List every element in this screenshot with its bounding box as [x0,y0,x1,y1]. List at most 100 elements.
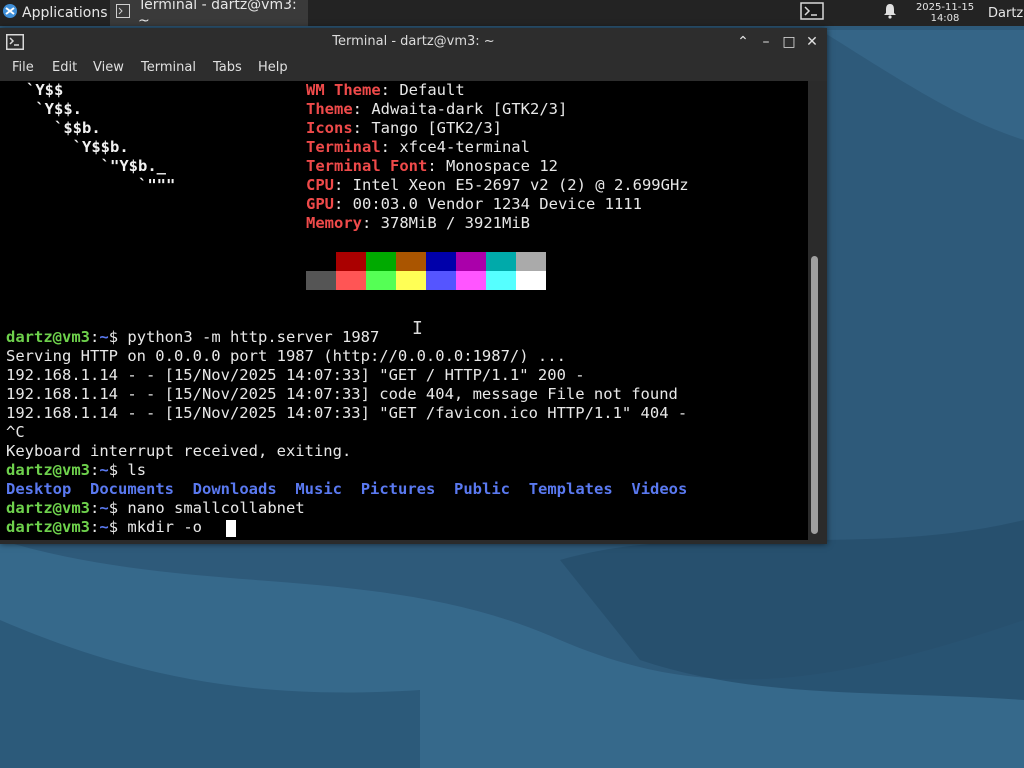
terminal-launcher-button[interactable] [796,0,828,26]
ibeam-cursor-icon: I [412,318,423,339]
output-line: ^C [6,423,25,441]
maximize-button[interactable]: □ [779,32,799,52]
color-swatch [426,271,456,290]
command-line-current[interactable]: dartz@vm3:~$ mkdir -o [6,518,211,537]
chevron-up-icon: ⌃ [737,34,749,50]
dir-entry: Music [295,480,343,498]
command-line: dartz@vm3:~$ ls [6,461,147,479]
minimize-button[interactable]: – [756,32,776,52]
sysinfo-key: WM Theme [306,81,381,99]
ascii-art-line: `"Y$b._ [26,157,166,175]
prompt-user: dartz@vm3 [6,518,90,536]
taskbar-terminal-label: Terminal - dartz@vm3: ~ [138,0,297,29]
sysinfo-value: 00:03.0 Vendor 1234 Device 1111 [352,195,642,213]
text-cursor [226,520,236,537]
ls-output: Desktop Documents Downloads Music Pictur… [6,480,687,499]
sysinfo-value: Monospace 12 [446,157,558,175]
ascii-art-line: `Y$$ [26,81,64,99]
top-panel: Applications ☰ Terminal - dartz@vm3: ~ 2… [0,0,1024,29]
command-line: dartz@vm3:~$ nano smallcollabnet [6,499,305,517]
sysinfo-row: Theme: Adwaita-dark [GTK2/3] [306,100,568,118]
sysinfo-key: Memory [306,214,362,232]
dir-entry: Public [454,480,511,498]
command-text: python3 -m http.server 1987 [127,328,380,346]
color-swatch [396,252,426,271]
menu-edit[interactable]: Edit [52,60,77,75]
terminal-window: Terminal - dartz@vm3: ~ ⌃ – □ ✕ File Edi… [0,28,827,544]
ascii-art-line: `Y$$. [26,100,82,118]
color-swatch [336,271,366,290]
color-swatch [366,252,396,271]
terminal-output[interactable]: `Y$$ `Y$$. `$$b. `Y$$b. `"Y$b._ `""" WM … [0,81,808,540]
color-swatch [306,271,336,290]
sysinfo-row: Memory: 378MiB / 3921MiB [306,214,530,232]
output-line: 192.168.1.14 - - [15/Nov/2025 14:07:33] … [6,404,688,422]
sysinfo-value: Intel Xeon E5-2697 v2 (2) @ 2.699GHz [352,176,689,194]
sysinfo-row: Icons: Tango [GTK2/3] [306,119,502,137]
maximize-icon: □ [782,34,796,50]
minimize-icon: – [762,34,770,50]
sysinfo-key: Terminal [306,138,381,156]
xfce-logo-icon [2,3,18,23]
notifications-button[interactable] [880,0,900,26]
close-button[interactable]: ✕ [802,32,822,52]
sysinfo-key: Terminal Font [306,157,428,175]
dir-entry: Pictures [360,480,436,498]
ascii-art-line: `Y$$b. [26,138,129,156]
prompt-path: ~ [99,328,109,346]
sysinfo-key: GPU [306,195,334,213]
command-line: dartz@vm3:~$ python3 -m http.server 1987 [6,328,380,346]
taskbar-terminal-button[interactable]: Terminal - dartz@vm3: ~ [110,0,308,29]
clock-time: 14:08 [930,13,960,24]
sysinfo-row: GPU: 00:03.0 Vendor 1234 Device 1111 [306,195,642,213]
prompt-path: ~ [99,499,109,517]
menu-view[interactable]: View [93,60,124,75]
sysinfo-key: CPU [306,176,334,194]
color-swatch [396,271,426,290]
clock[interactable]: 2025-11-15 14:08 [908,0,982,26]
output-line: 192.168.1.14 - - [15/Nov/2025 14:07:33] … [6,385,678,403]
bell-icon [883,3,897,23]
applications-menu-button[interactable]: Applications ☰ [0,0,119,26]
output-line: Serving HTTP on 0.0.0.0 port 1987 (http:… [6,347,566,365]
sysinfo-value: xfce4-terminal [399,138,530,156]
sysinfo-row: CPU: Intel Xeon E5-2697 v2 (2) @ 2.699GH… [306,176,689,194]
shade-button[interactable]: ⌃ [733,32,753,52]
color-swatch [486,271,516,290]
color-swatch [456,252,486,271]
window-titlebar[interactable]: Terminal - dartz@vm3: ~ ⌃ – □ ✕ [0,28,827,56]
applications-label: Applications [22,5,108,21]
output-line: Keyboard interrupt received, exiting. [6,442,352,460]
prompt-user: dartz@vm3 [6,461,90,479]
dir-entry: Downloads [192,480,277,498]
user-menu[interactable]: Dartz [988,0,1024,26]
window-title: Terminal - dartz@vm3: ~ [332,34,495,49]
color-swatch [486,252,516,271]
dir-entry: Videos [631,480,688,498]
ascii-art-line: `$$b. [26,119,101,137]
dir-entry: Documents [90,480,174,498]
color-swatch [366,271,396,290]
terminal-icon [116,4,130,22]
color-swatch [306,252,336,271]
color-swatch [426,252,456,271]
sysinfo-row: Terminal: xfce4-terminal [306,138,530,156]
menu-help[interactable]: Help [258,60,288,75]
color-swatch [516,271,546,290]
terminal-launcher-icon [800,2,824,24]
menu-file[interactable]: File [12,60,34,75]
dir-entry: Desktop [6,480,72,498]
color-swatch [336,252,366,271]
command-text: nano smallcollabnet [127,499,305,517]
sysinfo-key: Theme [306,100,353,118]
prompt-user: dartz@vm3 [6,328,90,346]
menu-terminal[interactable]: Terminal [141,60,196,75]
user-label: Dartz [988,5,1024,21]
sysinfo-value: Tango [GTK2/3] [371,119,502,137]
menu-tabs[interactable]: Tabs [213,60,242,75]
scrollbar-thumb[interactable] [811,256,818,534]
sysinfo-value: Adwaita-dark [GTK2/3] [371,100,568,118]
prompt-path: ~ [99,518,109,536]
command-input-text: mkdir -o [127,518,212,536]
color-swatch [456,271,486,290]
